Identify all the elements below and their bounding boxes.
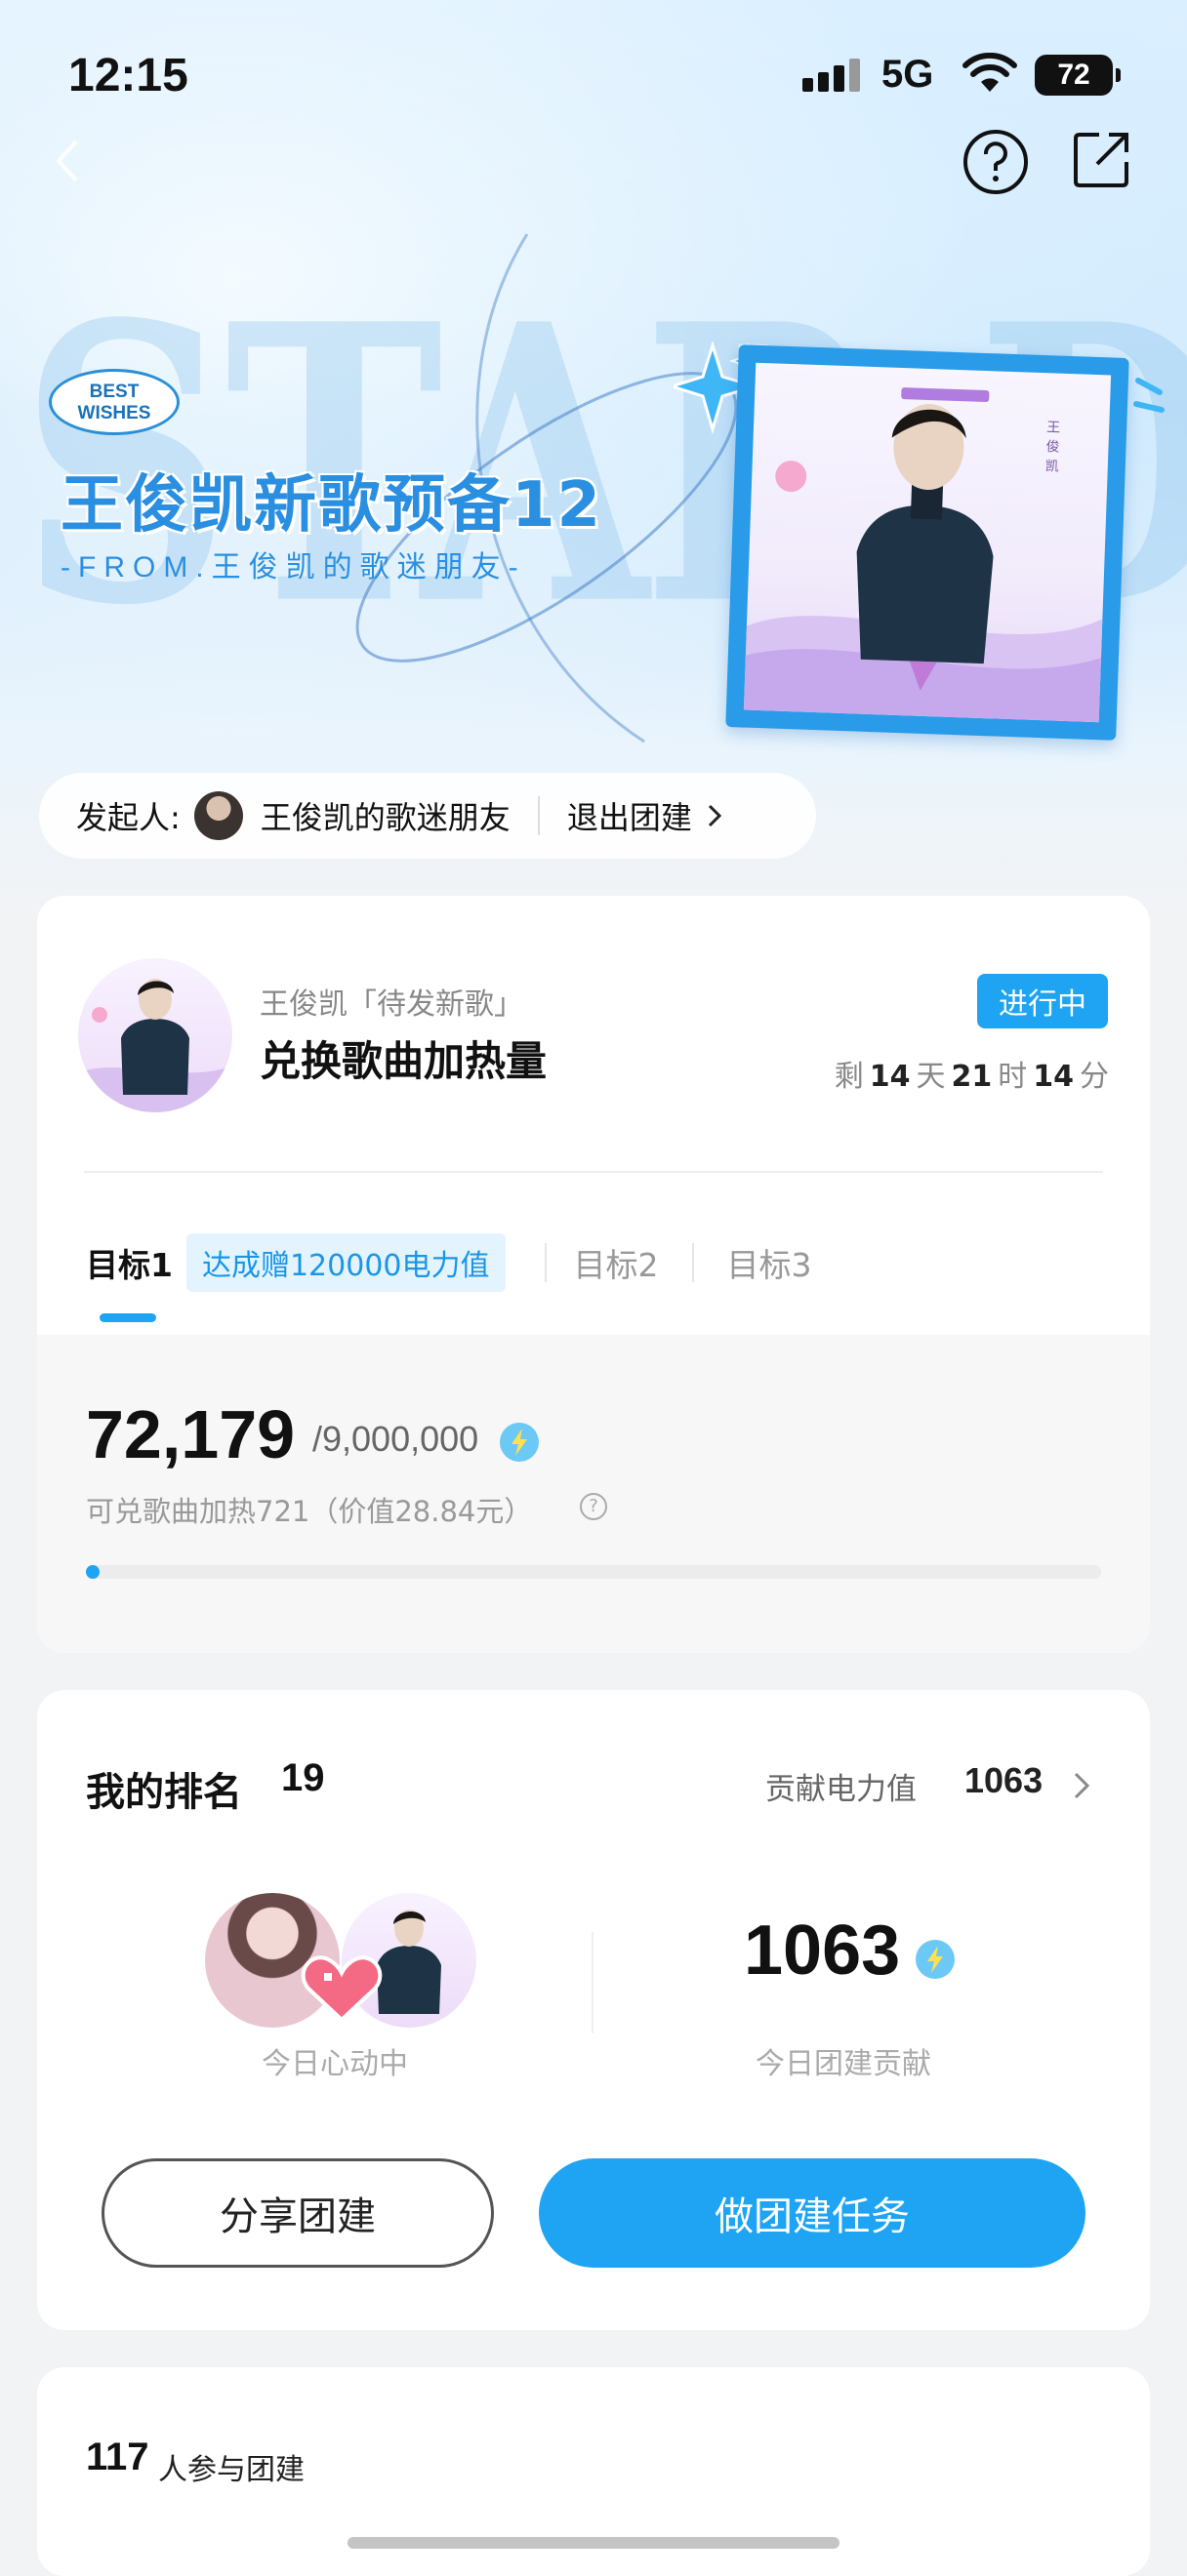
cover-person-illustration: 王 俊 凯 — [743, 387, 1103, 723]
initiator-name: 王俊凯的歌迷朋友 — [260, 799, 511, 836]
rank-title: 我的排名 — [86, 1770, 242, 1815]
svg-text:俊: 俊 — [1045, 439, 1060, 455]
today-contribution-label: 今日团建贡献 — [756, 2047, 931, 2081]
bolt-icon — [500, 1423, 539, 1462]
contribution-value[interactable]: 1063 — [964, 1760, 1043, 1801]
contribution-label[interactable]: 贡献电力值 — [765, 1764, 917, 1808]
bolt-icon — [916, 1940, 955, 1979]
task-avatar — [78, 958, 232, 1112]
sparkle-small-icon — [1133, 378, 1165, 413]
countdown-days: 14 — [869, 1060, 911, 1094]
tab-goal-1-label: 目标1 — [86, 1246, 173, 1284]
status-time: 12:15 — [68, 50, 188, 101]
initiator-avatar — [193, 791, 243, 840]
divider — [537, 796, 540, 835]
ranking-card: 我的排名 19 贡献电力值 1063 今日心动中 1063 今日团建贡献 分享团… — [37, 1690, 1150, 2330]
status-badge: 进行中 — [977, 974, 1108, 1028]
reward-tag: 达成赠120000电力值 — [185, 1233, 506, 1292]
countdown-minutes: 14 — [1033, 1060, 1074, 1094]
card-divider — [84, 1171, 1103, 1173]
progress-total: /9,000,000 — [312, 1419, 479, 1459]
countdown-hours: 21 — [951, 1060, 993, 1094]
svg-text:凯: 凯 — [1045, 459, 1060, 474]
initiator-label: 发起人: — [76, 799, 181, 836]
heart-icon — [301, 1955, 383, 2023]
task-subtitle: 王俊凯「待发新歌」 — [260, 987, 523, 1022]
tab-divider — [691, 1243, 694, 1282]
badge-line-2: WISHES — [77, 403, 151, 423]
song-cover: 王 俊 凯 — [725, 344, 1129, 741]
heart-label: 今日心动中 — [262, 2047, 408, 2081]
hero-title: 王俊凯新歌预备12 — [61, 469, 603, 542]
exit-team-link[interactable]: 退出团建 — [567, 793, 729, 838]
tab-goal-3[interactable]: 目标3 — [727, 1239, 812, 1286]
progress-fill — [86, 1565, 100, 1579]
badge-line-1: BEST — [89, 382, 140, 402]
network-type: 5G — [881, 53, 934, 96]
chevron-right-icon — [708, 804, 721, 827]
best-wishes-badge: BEST WISHES — [49, 369, 180, 435]
rank-number: 19 — [281, 1756, 325, 1799]
cover-art: 王 俊 凯 — [743, 362, 1112, 723]
participant-count: 117 — [86, 2435, 149, 2478]
task-card: 王俊凯「待发新歌」 兑换歌曲加热量 进行中 剩 14 天 21 时 14 分 目标1 达成赠… — [37, 896, 1150, 1653]
goal-tabs: 目标1 达成赠120000电力值 目标2 目标3 — [86, 1233, 812, 1322]
chevron-right-icon[interactable] — [1070, 1768, 1093, 1803]
countdown-days-unit: 天 — [916, 1060, 946, 1094]
active-tab-indicator — [100, 1313, 156, 1322]
progress-bar — [86, 1565, 1101, 1579]
wifi-icon — [962, 53, 1017, 92]
today-contribution-value: 1063 — [744, 1912, 901, 1990]
help-icon[interactable] — [961, 127, 1031, 197]
avatar-pair — [205, 1893, 478, 2030]
countdown-minutes-unit: 分 — [1080, 1060, 1109, 1094]
status-bar: 12:15 5G 72 — [0, 0, 1187, 146]
svg-text:王: 王 — [1046, 420, 1061, 435]
initiator-bar: 发起人: 王俊凯的歌迷朋友 退出团建 — [39, 773, 816, 859]
exit-team-label: 退出团建 — [566, 799, 692, 836]
help-icon[interactable]: ? — [580, 1493, 607, 1520]
vertical-divider — [592, 1932, 594, 2033]
task-title: 兑换歌曲加热量 — [260, 1037, 548, 1085]
task-avatar-illustration — [78, 979, 232, 1112]
tab-goal-2[interactable]: 目标2 — [574, 1239, 659, 1286]
countdown-prefix: 剩 — [834, 1060, 864, 1094]
countdown-hours-unit: 时 — [998, 1060, 1028, 1094]
back-icon[interactable] — [49, 132, 84, 190]
tab-goal-1[interactable]: 目标1 — [86, 1239, 173, 1322]
progress-section: 72,179 /9,000,000 可兑歌曲加热721（价值28.84元） ? — [37, 1335, 1150, 1653]
progress-current: 72,179 — [86, 1396, 296, 1472]
share-icon[interactable] — [1070, 127, 1134, 191]
do-team-task-button[interactable]: 做团建任务 — [539, 2158, 1085, 2268]
progress-note: 可兑歌曲加热721（价值28.84元） — [86, 1495, 533, 1528]
home-indicator[interactable] — [348, 2537, 839, 2549]
tab-divider — [544, 1243, 547, 1282]
countdown: 剩 14 天 21 时 14 分 — [835, 1052, 1109, 1095]
cellular-signal-icon — [802, 59, 860, 92]
battery-indicator: 72 — [1035, 55, 1121, 96]
hero-subtitle: -FROM.王俊凯的歌迷朋友- — [61, 551, 526, 584]
participant-label: 人参与团建 — [158, 2453, 305, 2487]
share-team-button[interactable]: 分享团建 — [102, 2158, 494, 2268]
